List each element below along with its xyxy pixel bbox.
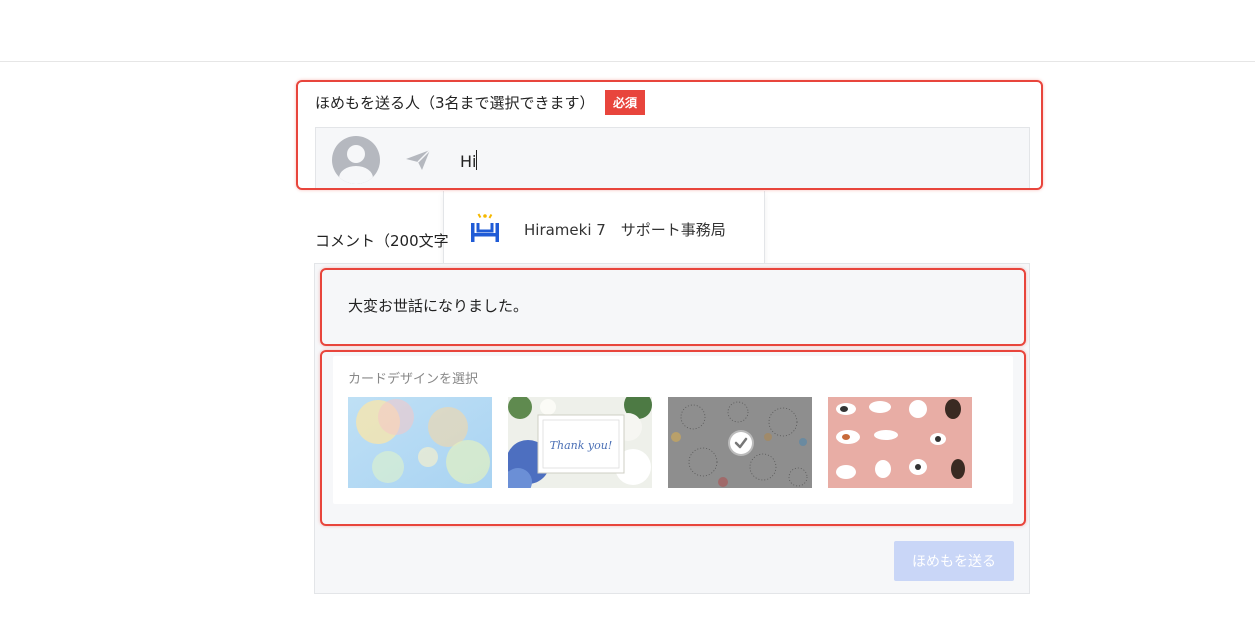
recipient-label: ほめもを送る人（3名まで選択できます） bbox=[315, 94, 595, 112]
card-design-label: カードデザインを選択 bbox=[348, 372, 479, 387]
thank-you-text: Thank you! bbox=[550, 439, 613, 452]
card-design-section: カードデザインを選択 Thank you! bbox=[333, 356, 1013, 504]
top-bar bbox=[0, 0, 1255, 62]
suggestion-name: Hirameki 7 サポート事務局 bbox=[524, 221, 726, 239]
comment-panel: 大変お世話になりました。 カードデザインを選択 Thank you! ほめもを送… bbox=[314, 263, 1030, 594]
selected-check-icon bbox=[730, 432, 752, 454]
card-design-fireworks-gray[interactable] bbox=[668, 397, 812, 488]
text-caret bbox=[476, 150, 477, 170]
card-design-thank-you-flowers[interactable]: Thank you! bbox=[508, 397, 652, 488]
recipient-field[interactable] bbox=[315, 127, 1030, 189]
recipient-search-input[interactable] bbox=[460, 148, 960, 174]
hirameki-logo-icon bbox=[471, 213, 499, 242]
user-avatar-icon bbox=[332, 136, 380, 184]
card-design-cats-pink[interactable] bbox=[828, 397, 972, 488]
send-homemo-button[interactable]: ほめもを送る bbox=[894, 541, 1014, 581]
suggestion-item[interactable]: Hirameki 7 サポート事務局 bbox=[443, 191, 765, 267]
required-badge: 必須 bbox=[605, 90, 645, 115]
comment-input[interactable]: 大変お世話になりました。 bbox=[348, 295, 528, 316]
comment-label: コメント（200文字 bbox=[315, 232, 449, 250]
paper-plane-icon[interactable] bbox=[404, 148, 432, 172]
card-design-bubbles[interactable] bbox=[348, 397, 492, 488]
